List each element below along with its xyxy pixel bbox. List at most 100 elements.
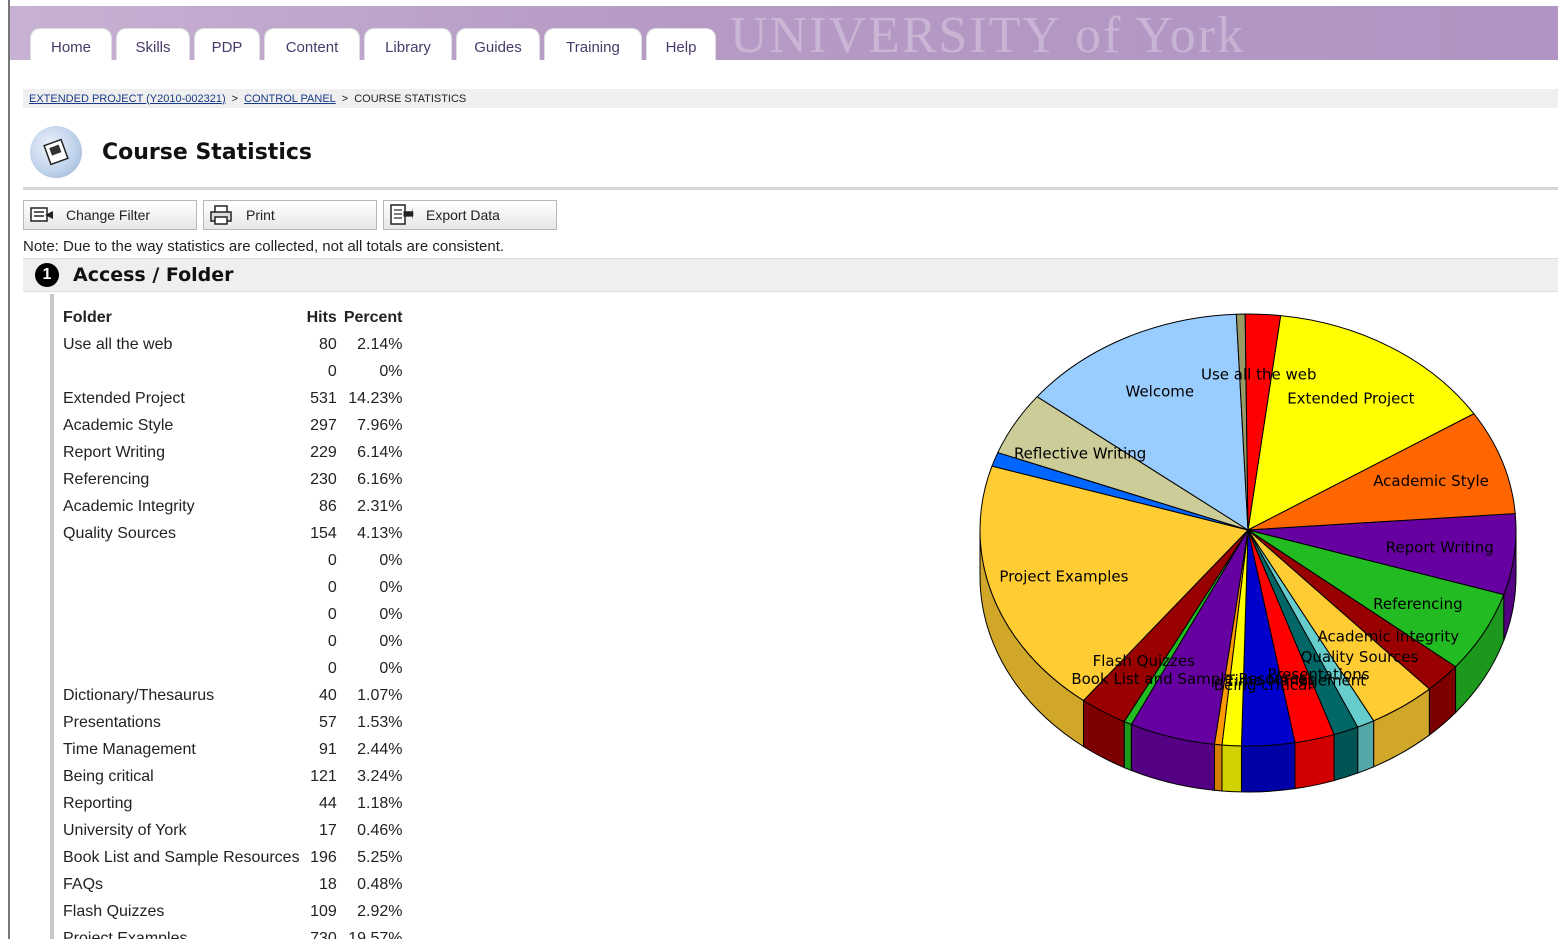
hits-cell: 91 [319, 740, 337, 758]
pie-slice-label: Welcome [1126, 383, 1195, 401]
tab-help[interactable]: Help [646, 28, 716, 60]
pie-slice-side [1333, 726, 1359, 782]
tab-pdp[interactable]: PDP [194, 28, 260, 60]
tab-skills[interactable]: Skills [116, 28, 190, 60]
left-border [8, 0, 10, 939]
percent-cell: 1.53% [357, 713, 403, 731]
table-row: Reporting 44 1.18% [60, 790, 407, 817]
folder-cell: Reporting [63, 794, 133, 812]
hits-cell: 0 [327, 659, 337, 677]
table-row: Project Examples 730 19.57% [60, 925, 407, 939]
percent-cell: 0% [379, 551, 403, 569]
table-row: Quality Sources 154 4.13% [60, 520, 407, 547]
table-row: 0 0% [60, 358, 407, 385]
table-row: Presentations 57 1.53% [60, 709, 407, 736]
pie-slice-label: Use all the web [1201, 366, 1317, 384]
percent-cell: 2.92% [357, 902, 403, 920]
percent-cell: 0.48% [357, 875, 403, 893]
table-row: FAQs 18 0.48% [60, 871, 407, 898]
pie-slice-label: Academic Style [1373, 472, 1489, 490]
hits-cell: 109 [310, 902, 337, 920]
page: UNIVERSITY of York Home Skills PDP Conte… [0, 0, 1558, 939]
pie-slice-label: Report Writing [1386, 539, 1494, 557]
pie-slice-label: Extended Project [1287, 389, 1414, 407]
hits-cell: 121 [310, 767, 337, 785]
hits-cell: 730 [310, 929, 337, 939]
percent-cell: 6.14% [357, 443, 403, 461]
page-title: Course Statistics [102, 139, 312, 165]
folder-cell: Project Examples [63, 929, 188, 939]
folder-cell [60, 358, 304, 385]
table-row: 0 0% [60, 655, 407, 682]
percent-cell: 0% [379, 578, 403, 596]
percent-cell: 7.96% [357, 416, 403, 434]
hits-cell: 230 [310, 470, 337, 488]
tab-home[interactable]: Home [30, 28, 112, 60]
table-row: Referencing 230 6.16% [60, 466, 407, 493]
percent-column-header: Percent [343, 309, 403, 326]
breadcrumb-separator: > [231, 92, 239, 105]
tab-training[interactable]: Training [544, 28, 642, 60]
table-row: University of York 17 0.46% [60, 817, 407, 844]
percent-cell: 14.23% [348, 389, 403, 407]
hits-cell: 44 [319, 794, 337, 812]
hits-cell: 531 [310, 389, 337, 407]
percent-cell: 4.13% [357, 524, 403, 542]
percent-cell: 0% [379, 659, 403, 677]
statistics-note: Note: Due to the way statistics are coll… [23, 238, 505, 255]
folder-cell: Being critical [63, 767, 154, 785]
change-filter-button[interactable]: Change Filter [23, 200, 197, 230]
percent-cell: 2.44% [357, 740, 403, 758]
hits-cell: 196 [310, 848, 337, 866]
folder-cell: University of York [63, 821, 187, 839]
pie-slice-side [1221, 744, 1242, 793]
pie-slice-label: Academic Integrity [1318, 628, 1460, 646]
table-row: 0 0% [60, 628, 407, 655]
folder-cell [60, 601, 304, 628]
folder-cell: Referencing [63, 470, 150, 488]
hits-cell: 0 [327, 605, 337, 623]
course-statistics-icon [30, 126, 82, 178]
table-row: 0 0% [60, 574, 407, 601]
export-data-button[interactable]: Export Data [383, 200, 557, 230]
pie-slice-label: Reflective Writing [1014, 444, 1146, 462]
breadcrumb-control-panel-link[interactable]: CONTROL PANEL [244, 93, 336, 105]
table-row: Being critical 121 3.24% [60, 763, 407, 790]
hits-column-header: Hits [306, 309, 337, 326]
tab-library[interactable]: Library [364, 28, 452, 60]
table-row: Book List and Sample Resources 196 5.25% [60, 844, 407, 871]
pie-slice-side [1240, 742, 1296, 793]
hits-cell: 0 [327, 632, 337, 650]
percent-cell: 2.31% [357, 497, 403, 515]
percent-cell: 19.57% [348, 929, 403, 939]
folder-cell [60, 547, 304, 574]
printer-icon [210, 205, 234, 225]
tab-guides[interactable]: Guides [456, 28, 540, 60]
table-row: 0 0% [60, 601, 407, 628]
pie-slice-side [1294, 733, 1335, 790]
folder-cell: FAQs [63, 875, 104, 893]
percent-cell: 0% [379, 605, 403, 623]
table-row: Extended Project 531 14.23% [60, 385, 407, 412]
breadcrumb-course-link[interactable]: EXTENDED PROJECT (Y2010-002321) [29, 93, 226, 105]
folder-column-header: Folder [63, 309, 112, 326]
pie-slice-label: Referencing [1373, 595, 1463, 613]
percent-cell: 0.46% [357, 821, 403, 839]
hits-cell: 154 [310, 524, 337, 542]
table-row: Academic Style 297 7.96% [60, 412, 407, 439]
breadcrumb-separator: > [341, 92, 349, 105]
pie-chart-svg: Extended Project Academic Style Report Wri… [979, 313, 1517, 793]
percent-cell: 2.14% [357, 335, 403, 353]
table-row: Time Management 91 2.44% [60, 736, 407, 763]
folder-cell: Dictionary/Thesaurus [63, 686, 215, 704]
tab-content[interactable]: Content [264, 28, 360, 60]
hits-cell: 0 [327, 362, 337, 380]
table-row: Report Writing 229 6.14% [60, 439, 407, 466]
table-header-row: Folder Hits Percent [60, 305, 407, 331]
print-button[interactable]: Print [203, 200, 377, 230]
folder-cell: Quality Sources [63, 524, 176, 542]
print-label: Print [246, 207, 275, 223]
section-header: 1 Access / Folder [23, 258, 1558, 292]
folder-cell [60, 574, 304, 601]
folder-cell: Book List and Sample Resources [63, 848, 300, 866]
